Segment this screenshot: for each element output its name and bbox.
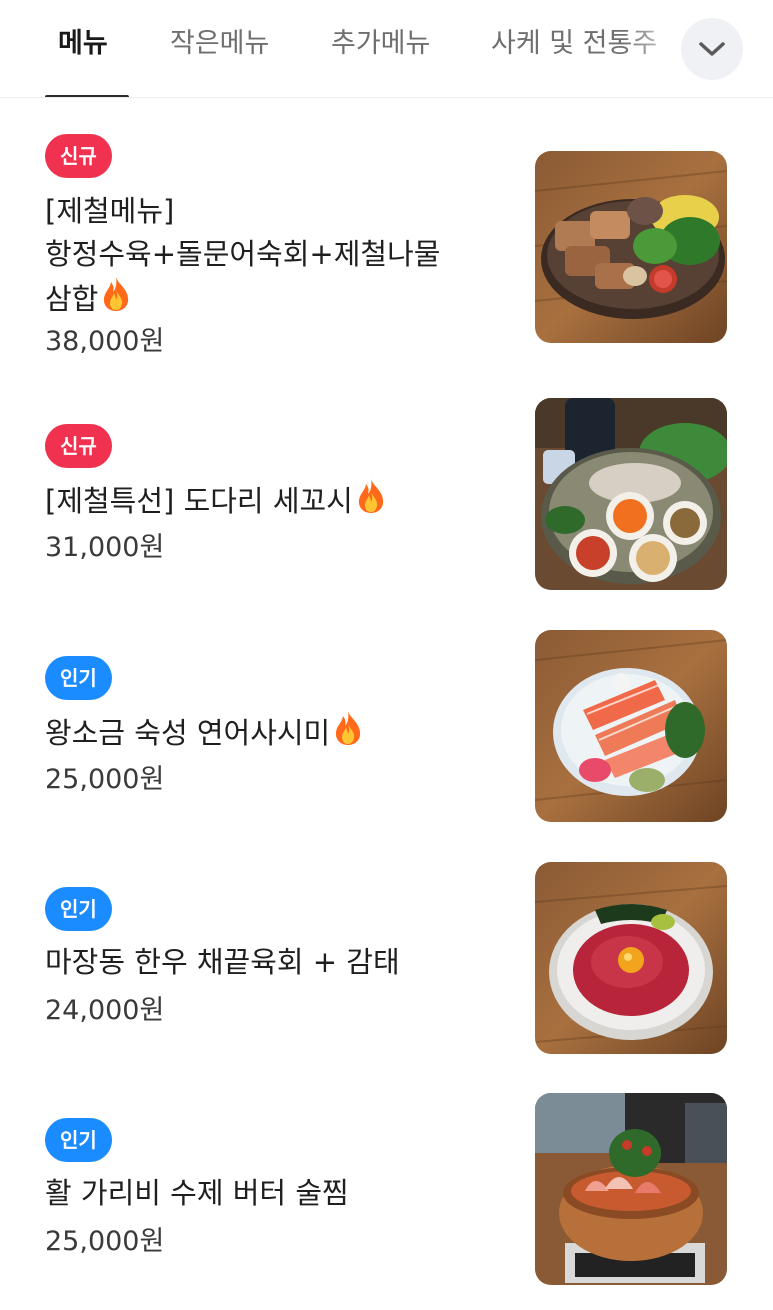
scallop-hotpot-photo[interactable] <box>535 1093 727 1285</box>
menu-item-price: 25,000원 <box>45 764 165 795</box>
fire-icon <box>332 710 364 746</box>
menu-item-price: 24,000원 <box>45 995 165 1026</box>
tab-small-menu[interactable]: 작은메뉴 <box>170 24 269 64</box>
category-tab-bar: 메뉴 작은메뉴 추가메뉴 사케 및 전통주 <box>0 0 773 98</box>
menu-item-price: 38,000원 <box>45 326 165 357</box>
menu-item-name: [제철특선] 도다리 세꼬시 <box>45 478 485 523</box>
salmon-sashimi-photo[interactable] <box>535 630 727 822</box>
menu-item-name-text: 삼합 <box>45 282 99 316</box>
menu-item[interactable]: 인기 마장동 한우 채끝육회 + 감태 24,000원 <box>0 862 773 1054</box>
popular-badge: 인기 <box>45 656 112 700</box>
tab-extra-menu[interactable]: 추가메뉴 <box>331 24 430 64</box>
menu-item-price: 31,000원 <box>45 532 165 563</box>
tab-menu[interactable]: 메뉴 <box>58 24 108 64</box>
menu-item-name: 활 가리비 수제 버터 술찜 <box>45 1176 349 1210</box>
menu-item-name-line: [제철메뉴] <box>45 194 175 228</box>
menu-item-price: 25,000원 <box>45 1226 165 1257</box>
yukhoe-photo[interactable] <box>535 862 727 1054</box>
menu-item-name-line: 삼합 <box>45 276 485 321</box>
popular-badge: 인기 <box>45 1118 112 1162</box>
fire-icon <box>100 276 132 312</box>
menu-item-name-text: 왕소금 숙성 연어사시미 <box>45 716 331 750</box>
chevron-down-icon <box>699 42 725 56</box>
menu-item-name: 마장동 한우 채끝육회 + 감태 <box>45 945 400 979</box>
menu-item-name-text: [제철특선] 도다리 세꼬시 <box>45 484 353 518</box>
new-badge: 신규 <box>45 424 112 468</box>
menu-item[interactable]: 인기 왕소금 숙성 연어사시미 25,000원 <box>0 630 773 822</box>
fire-icon <box>355 478 387 514</box>
platter-photo[interactable] <box>535 151 727 343</box>
active-tab-indicator <box>45 95 129 97</box>
menu-item-name: [제철메뉴] 항정수육+돌문어숙회+제철나물 삼합 <box>45 190 485 321</box>
menu-item[interactable]: 신규 [제철메뉴] 항정수육+돌문어숙회+제철나물 삼합 38,000원 <box>0 134 773 364</box>
new-badge: 신규 <box>45 134 112 178</box>
menu-item[interactable]: 인기 활 가리비 수제 버터 술찜 25,000원 <box>0 1093 773 1285</box>
menu-item[interactable]: 신규 [제철특선] 도다리 세꼬시 31,000원 <box>0 398 773 590</box>
menu-item-name-line: 항정수육+돌문어숙회+제철나물 <box>45 237 441 271</box>
popular-badge: 인기 <box>45 887 112 931</box>
expand-categories-button[interactable] <box>681 18 743 80</box>
sashimi-platter-photo[interactable] <box>535 398 727 590</box>
menu-item-name: 왕소금 숙성 연어사시미 <box>45 710 485 755</box>
